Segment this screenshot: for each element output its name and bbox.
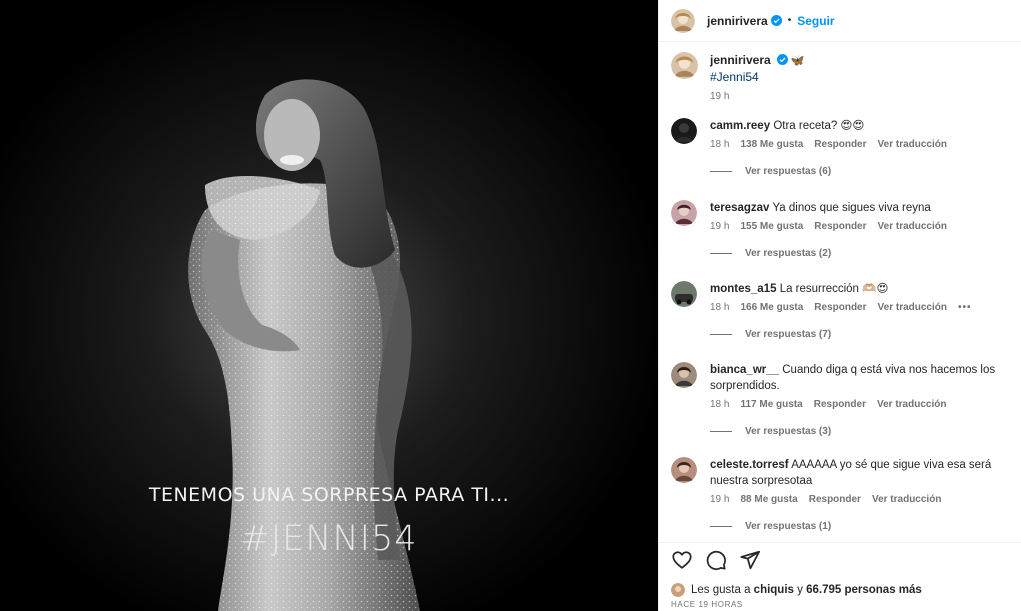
view-replies-button[interactable]: Ver respuestas (7) [710, 329, 1000, 340]
post-caption: jennirivera 🦋 #Jenni54 19 h [671, 52, 805, 105]
butterfly-emoji: 🦋 [790, 55, 805, 67]
post-image[interactable]: TENEMOS UNA SORPRESA PARA TI... #JENNI54 [0, 0, 658, 611]
commenter-username[interactable]: teresagzav [710, 202, 769, 214]
likes-summary[interactable]: Les gusta a chiquis y 66.795 personas má… [671, 583, 922, 597]
translate-button[interactable]: Ver traducción [878, 139, 947, 150]
verified-icon [770, 15, 782, 26]
replies-divider [710, 431, 732, 432]
likes-prefix: Les gusta a [691, 584, 751, 596]
comment-likes[interactable]: 166 Me gusta [740, 302, 803, 313]
liker-avatar[interactable] [671, 583, 685, 597]
translate-button[interactable]: Ver traducción [878, 221, 947, 232]
comment-time: 18 h [710, 302, 730, 313]
post-timestamp: HACE 19 HORAS [671, 600, 743, 609]
share-icon[interactable] [739, 549, 761, 571]
view-replies-label: Ver respuestas (7) [745, 329, 832, 340]
view-replies-label: Ver respuestas (2) [745, 248, 832, 259]
liker-username[interactable]: chiquis [754, 584, 794, 596]
comment-likes[interactable]: 138 Me gusta [740, 139, 803, 150]
comment-likes[interactable]: 117 Me gusta [740, 399, 802, 410]
view-replies-label: Ver respuestas (1) [745, 521, 832, 532]
caption-username[interactable]: jennirivera [710, 53, 771, 67]
commenter-username[interactable]: camm.reey [710, 120, 770, 132]
instagram-post-view: TENEMOS UNA SORPRESA PARA TI... #JENNI54… [0, 0, 1021, 611]
comment-time: 19 h [710, 494, 730, 505]
reply-button[interactable]: Responder [809, 494, 861, 505]
commenter-username[interactable]: montes_a15 [710, 283, 776, 295]
overlay-caption-line: TENEMOS UNA SORPRESA PARA TI... [148, 484, 510, 506]
comment-item: teresagzav Ya dinos que sigues viva reyn… [671, 200, 1011, 259]
comment-item: celeste.torresf AAAAAA yo sé que sigue v… [671, 457, 1011, 532]
post-header: jennirivera • Seguir [659, 0, 1021, 42]
verified-icon [776, 54, 788, 65]
comment-item: montes_a15 La resurrección 🫶🏼😍 18 h 166 … [671, 281, 1011, 340]
comment-time: 18 h [710, 139, 730, 150]
view-replies-button[interactable]: Ver respuestas (1) [710, 521, 1000, 532]
follow-button[interactable]: Seguir [797, 14, 834, 28]
translate-button[interactable]: Ver traducción [877, 399, 946, 410]
view-replies-button[interactable]: Ver respuestas (2) [710, 248, 1000, 259]
author-username[interactable]: jennirivera [707, 14, 768, 28]
commenter-username[interactable]: bianca_wr__ [710, 364, 779, 376]
replies-divider [710, 334, 732, 335]
comment-time: 19 h [710, 221, 730, 232]
replies-divider [710, 253, 732, 254]
commenter-username[interactable]: celeste.torresf [710, 459, 789, 471]
comment-likes[interactable]: 88 Me gusta [740, 494, 797, 505]
comments-list[interactable]: jennirivera 🦋 #Jenni54 19 h camm.reey Ot… [659, 42, 1021, 542]
comment-time: 18 h [710, 399, 730, 410]
view-replies-button[interactable]: Ver respuestas (6) [710, 166, 1000, 177]
commenter-avatar[interactable] [671, 118, 697, 144]
comment-likes[interactable]: 155 Me gusta [740, 221, 803, 232]
reply-button[interactable]: Responder [814, 139, 866, 150]
heart-icon[interactable] [671, 549, 693, 571]
replies-divider [710, 171, 732, 172]
view-replies-label: Ver respuestas (3) [745, 426, 832, 437]
reply-button[interactable]: Responder [814, 221, 866, 232]
reply-button[interactable]: Responder [814, 302, 866, 313]
comment-text: Ya dinos que sigues viva reyna [772, 202, 931, 214]
reply-button[interactable]: Responder [814, 399, 866, 410]
view-replies-button[interactable]: Ver respuestas (3) [710, 426, 1000, 437]
overlay-hashtag: #JENNI54 [240, 519, 418, 559]
translate-button[interactable]: Ver traducción [878, 302, 947, 313]
caption-author-avatar[interactable] [671, 52, 698, 79]
comment-text: Otra receta? 😍😍 [773, 120, 865, 132]
commenter-avatar[interactable] [671, 200, 697, 226]
likes-count[interactable]: 66.795 personas más [806, 584, 922, 596]
action-buttons [671, 549, 761, 571]
comment-text: La resurrección 🫶🏼😍 [779, 283, 889, 295]
commenter-avatar[interactable] [671, 362, 697, 388]
commenter-avatar[interactable] [671, 457, 697, 483]
more-options-icon[interactable]: ••• [958, 302, 972, 313]
caption-hashtag[interactable]: #Jenni54 [710, 69, 805, 85]
comment-item: bianca_wr__ Cuando diga q está viva nos … [671, 362, 1011, 437]
replies-divider [710, 526, 732, 527]
separator-dot: • [787, 15, 792, 26]
post-sidebar: jennirivera • Seguir jennirivera 🦋 #Jenn… [658, 0, 1021, 611]
commenter-avatar[interactable] [671, 281, 697, 307]
comment-icon[interactable] [705, 549, 727, 571]
translate-button[interactable]: Ver traducción [872, 494, 941, 505]
caption-timestamp: 19 h [710, 91, 730, 102]
comment-item: camm.reey Otra receta? 😍😍 18 h 138 Me gu… [671, 118, 1011, 177]
likes-joiner: y [797, 584, 803, 596]
view-replies-label: Ver respuestas (6) [745, 166, 832, 177]
author-avatar[interactable] [671, 8, 695, 33]
post-actions: Les gusta a chiquis y 66.795 personas má… [659, 542, 1021, 611]
